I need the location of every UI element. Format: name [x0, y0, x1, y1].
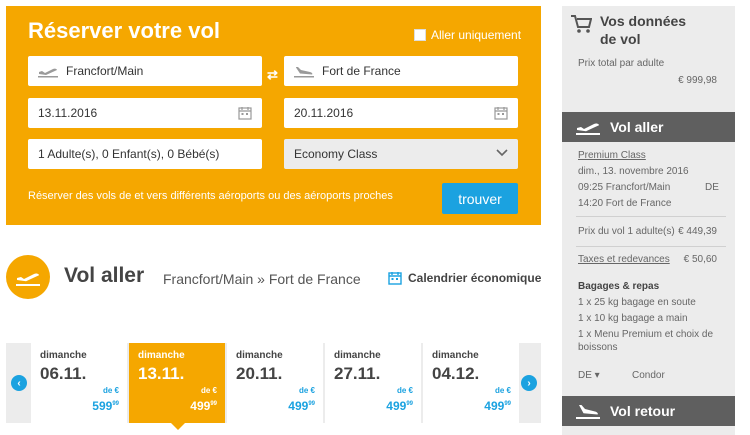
baggage-item-continued: boissons: [578, 342, 618, 353]
swap-icon[interactable]: ⇄: [267, 67, 278, 83]
date-value: 04.12.: [432, 364, 480, 383]
depart-date-value: 13.11.2016: [38, 106, 98, 120]
sidebar-header: Vos données de vol: [570, 12, 686, 48]
date-card[interactable]: dimanche 04.12. de € 49999: [423, 343, 519, 423]
date-card-selected[interactable]: dimanche 13.11. de € 49999: [129, 343, 225, 430]
return-date-field[interactable]: 20.11.2016: [284, 98, 518, 128]
departure-line: 09:25 Francfort/Main: [578, 182, 671, 193]
outbound-plane-badge: [6, 255, 50, 299]
oneway-option[interactable]: Aller uniquement: [414, 28, 521, 42]
search-button[interactable]: trouver: [442, 183, 518, 214]
passengers-value: 1 Adulte(s), 0 Enfant(s), 0 Bébé(s): [38, 147, 220, 161]
calendar-icon[interactable]: [494, 106, 508, 120]
baggage-item: 1 x 10 kg bagage a main: [578, 313, 688, 324]
passengers-field[interactable]: 1 Adulte(s), 0 Enfant(s), 0 Bébé(s): [28, 139, 262, 169]
date-card[interactable]: dimanche 06.11. de € 59999: [31, 343, 127, 423]
date-weekday: dimanche: [432, 350, 479, 361]
landing-icon: [576, 405, 600, 419]
oneway-checkbox[interactable]: [414, 29, 426, 41]
baggage-title: Bagages & repas: [578, 281, 660, 292]
price-prefix: de €: [298, 386, 315, 395]
fare-class-link[interactable]: Premium Class: [578, 150, 646, 161]
date-weekday: dimanche: [40, 350, 87, 361]
price-prefix: de €: [396, 386, 413, 395]
total-price-value: € 999,98: [678, 75, 717, 86]
depart-date-field[interactable]: 13.11.2016: [28, 98, 262, 128]
taxes-value: € 50,60: [683, 254, 717, 265]
price-value: 49999: [484, 399, 511, 413]
booking-title: Réserver votre vol: [28, 18, 220, 43]
flight-date: dim., 13. novembre 2016: [578, 166, 689, 177]
outbound-title: Vol aller: [64, 264, 145, 287]
carousel-prev-button[interactable]: ‹: [11, 375, 27, 391]
price-prefix: de €: [102, 386, 119, 395]
destination-field[interactable]: Fort de France: [284, 56, 518, 86]
sidebar-title-line2: de vol: [600, 31, 641, 47]
fare-calendar-link[interactable]: Calendrier économique: [388, 271, 541, 285]
takeoff-icon: [16, 273, 40, 286]
carrier-name: Condor: [632, 370, 665, 381]
landing-icon: [294, 67, 314, 78]
cart-icon: [571, 15, 592, 33]
date-weekday: dimanche: [236, 350, 283, 361]
sidebar-title-line1: Vos données: [600, 13, 687, 29]
divider: [576, 246, 726, 247]
price-value: 59999: [92, 399, 119, 413]
baggage-item: 1 x 25 kg bagage en soute: [578, 297, 696, 308]
date-weekday: dimanche: [138, 350, 185, 361]
price-prefix: de €: [200, 386, 217, 395]
chevron-down-icon: [496, 149, 508, 157]
date-weekday: dimanche: [334, 350, 381, 361]
date-value: 13.11.: [138, 364, 185, 383]
date-value: 06.11.: [40, 364, 87, 383]
taxes-link[interactable]: Taxes et redevances: [578, 254, 670, 265]
departure-country: DE: [705, 182, 719, 193]
cabin-class-value: Economy Class: [294, 147, 378, 161]
arrival-line: 14:20 Fort de France: [578, 198, 672, 209]
flight-summary-sidebar: Vos données de vol Prix total par adulte…: [562, 6, 735, 435]
calendar-icon: [388, 272, 402, 285]
total-price-label: Prix total par adulte: [578, 58, 665, 69]
booking-panel: Réserver votre vol Aller uniquement Fran…: [6, 6, 541, 225]
fare-calendar-label: Calendrier économique: [408, 271, 542, 285]
date-value: 20.11.: [236, 364, 283, 383]
flight-price-label: Prix du vol 1 adulte(s): [578, 226, 675, 237]
nearby-airports-hint: Réserver des vols de et vers différents …: [28, 190, 393, 202]
date-value: 27.11.: [334, 364, 381, 383]
origin-value: Francfort/Main: [66, 64, 144, 78]
destination-value: Fort de France: [322, 64, 401, 78]
cabin-class-select[interactable]: Economy Class: [284, 139, 518, 169]
date-card[interactable]: dimanche 20.11. de € 49999: [227, 343, 323, 423]
price-value: 49999: [288, 399, 315, 413]
return-date-value: 20.11.2016: [294, 106, 354, 120]
return-section-label: Vol retour: [610, 403, 676, 419]
outbound-section-label: Vol aller: [610, 119, 664, 135]
takeoff-icon: [576, 123, 600, 135]
oneway-label: Aller uniquement: [431, 28, 522, 42]
carrier-code-dropdown[interactable]: DE ▾: [578, 370, 600, 381]
price-prefix: de €: [494, 386, 511, 395]
flight-price-value: € 449,39: [678, 226, 717, 237]
calendar-icon[interactable]: [238, 106, 252, 120]
return-section-bar[interactable]: Vol retour: [562, 396, 735, 426]
outbound-route: Francfort/Main » Fort de France: [163, 271, 361, 287]
date-card[interactable]: dimanche 27.11. de € 49999: [325, 343, 421, 423]
price-value: 49999: [190, 399, 217, 413]
baggage-item: 1 x Menu Premium et choix de: [578, 329, 714, 340]
outbound-section-bar[interactable]: Vol aller: [562, 112, 735, 142]
carousel-next-button[interactable]: ›: [521, 375, 537, 391]
price-value: 49999: [386, 399, 413, 413]
origin-field[interactable]: Francfort/Main: [28, 56, 262, 86]
takeoff-icon: [38, 68, 58, 78]
divider: [576, 216, 726, 217]
